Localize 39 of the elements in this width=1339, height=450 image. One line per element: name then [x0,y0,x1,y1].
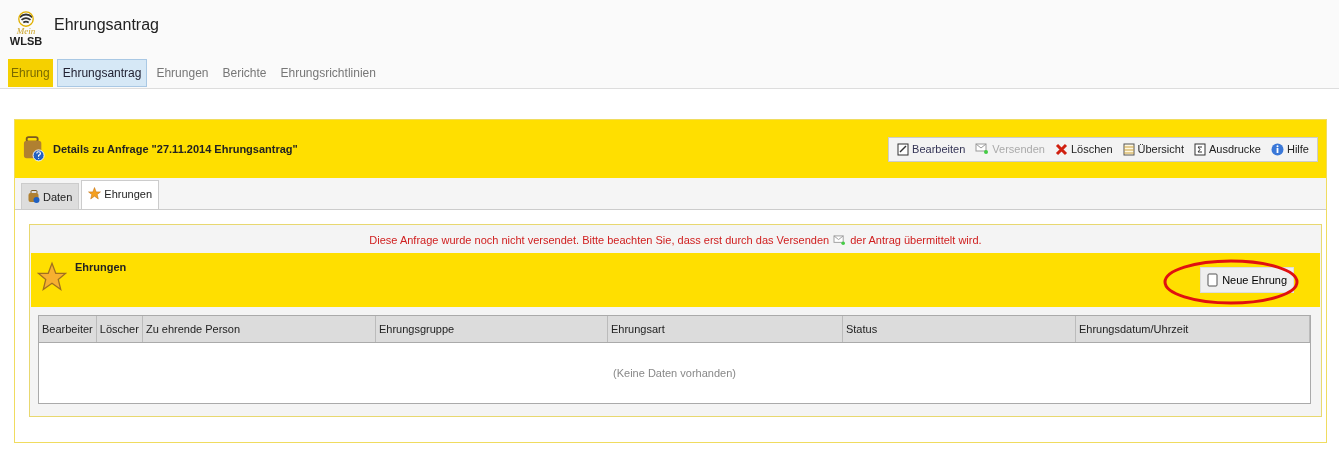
module-label[interactable]: Ehrung [8,59,53,87]
nav-tab[interactable]: Berichte [217,60,272,86]
app-title: Ehrungsantrag [54,16,159,34]
panel-tab[interactable]: Daten [21,183,80,209]
briefcase-help-icon [23,135,45,163]
nav-tab[interactable]: Ehrungsantrag [56,59,148,87]
column-header[interactable]: Löscher [96,316,143,342]
star-icon [88,187,102,200]
sigma-icon [1194,142,1206,156]
briefcase-icon [28,190,40,203]
document-icon [1207,273,1219,287]
panel-title: Details zu Anfrage "27.11.2014 Ehrungsantrag" [53,143,299,155]
star-icon [37,261,67,293]
column-header[interactable]: Ehrungsdatum/Uhrzeit [1076,316,1310,342]
envelope-icon [975,143,990,155]
notice-text: der Antrag übermittelt wird. [850,234,982,246]
help-icon [1271,142,1284,156]
column-header[interactable]: Ehrungsgruppe [375,316,608,342]
empty-message: (Keine Daten vorhanden) [613,367,736,379]
edit-button[interactable]: Bearbeiten [893,142,970,156]
table-icon [1122,142,1135,156]
panel-tab[interactable]: Ehrungen [81,180,160,209]
column-header[interactable]: Status [842,316,1076,342]
column-header[interactable]: Bearbeiter [39,316,97,342]
edit-icon [897,142,910,156]
column-header[interactable]: Ehrungsart [607,316,843,342]
help-button[interactable]: Hilfe [1267,142,1313,156]
new-button[interactable]: Neue Ehrung [1200,267,1294,293]
nav-tab[interactable]: Ehrungsrichtlinien [275,60,381,86]
section-title: Ehrungen [75,261,128,273]
overview-button[interactable]: Übersicht [1118,142,1188,156]
logo: Mein WLSB [8,11,44,47]
nav-tab[interactable]: Ehrungen [151,60,214,86]
print-button[interactable]: Ausdrucke [1190,142,1265,156]
notice-text: Diese Anfrage wurde noch nicht versendet. Bitte beachten Sie, dass erst durch das Versenden [369,234,830,246]
column-header[interactable]: Zu ehrende Person [142,316,376,342]
delete-button[interactable]: Löschen [1050,142,1117,156]
delete-icon [1054,142,1068,156]
envelope-icon [833,234,847,246]
